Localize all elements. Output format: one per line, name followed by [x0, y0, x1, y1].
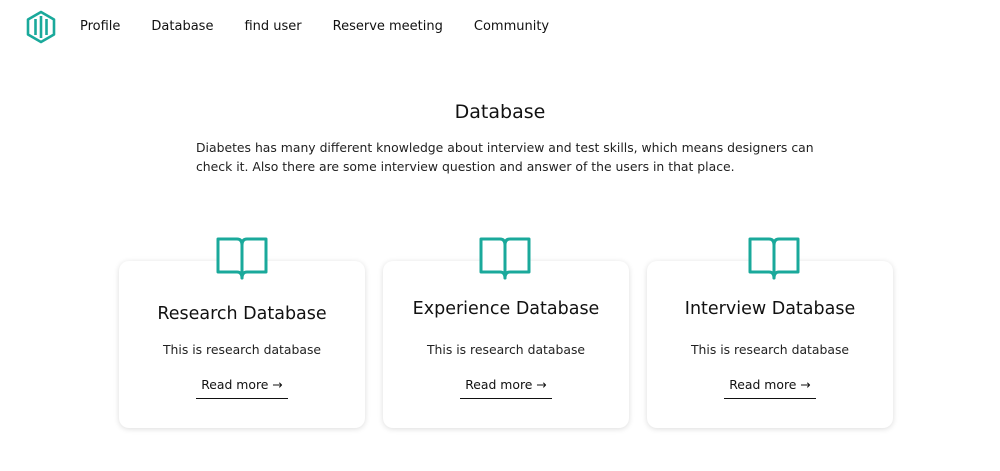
nav-link-find-user[interactable]: find user	[244, 17, 301, 37]
read-more-label: Read more	[201, 377, 269, 392]
intro-text: Diabetes has many different knowledge ab…	[196, 140, 814, 174]
logo-icon[interactable]	[26, 10, 56, 44]
arrow-right-icon: →	[536, 377, 547, 392]
arrow-right-icon: →	[800, 377, 811, 392]
read-more-link[interactable]: Read more →	[460, 375, 552, 399]
nav-link-community[interactable]: Community	[474, 17, 549, 37]
read-more-label: Read more	[465, 377, 533, 392]
top-navigation: Profile Database find user Reserve meeti…	[0, 0, 1000, 54]
read-more-label: Read more	[729, 377, 797, 392]
card-title: Research Database	[157, 304, 327, 324]
card-description: This is research database	[162, 342, 322, 357]
nav-links: Profile Database find user Reserve meeti…	[80, 17, 580, 37]
card-interview-database: Interview Database This is research data…	[647, 261, 893, 428]
card-title: Interview Database	[684, 299, 856, 319]
arrow-right-icon: →	[272, 377, 283, 392]
read-more-link[interactable]: Read more →	[196, 375, 288, 399]
book-open-icon	[479, 237, 531, 280]
page: Profile Database find user Reserve meeti…	[0, 0, 1000, 471]
card-description: This is research database	[690, 342, 850, 357]
card-description: This is research database	[426, 342, 586, 357]
read-more-link[interactable]: Read more →	[724, 375, 816, 399]
nav-link-reserve-meeting[interactable]: Reserve meeting	[333, 17, 443, 37]
book-open-icon	[216, 237, 268, 280]
nav-link-profile[interactable]: Profile	[80, 17, 120, 37]
nav-link-database[interactable]: Database	[151, 17, 213, 37]
page-title: Database	[454, 101, 546, 123]
card-experience-database: Experience Database This is research dat…	[383, 261, 629, 428]
card-research-database: Research Database This is research datab…	[119, 261, 365, 428]
book-open-icon	[748, 237, 800, 280]
card-title: Experience Database	[412, 299, 600, 319]
